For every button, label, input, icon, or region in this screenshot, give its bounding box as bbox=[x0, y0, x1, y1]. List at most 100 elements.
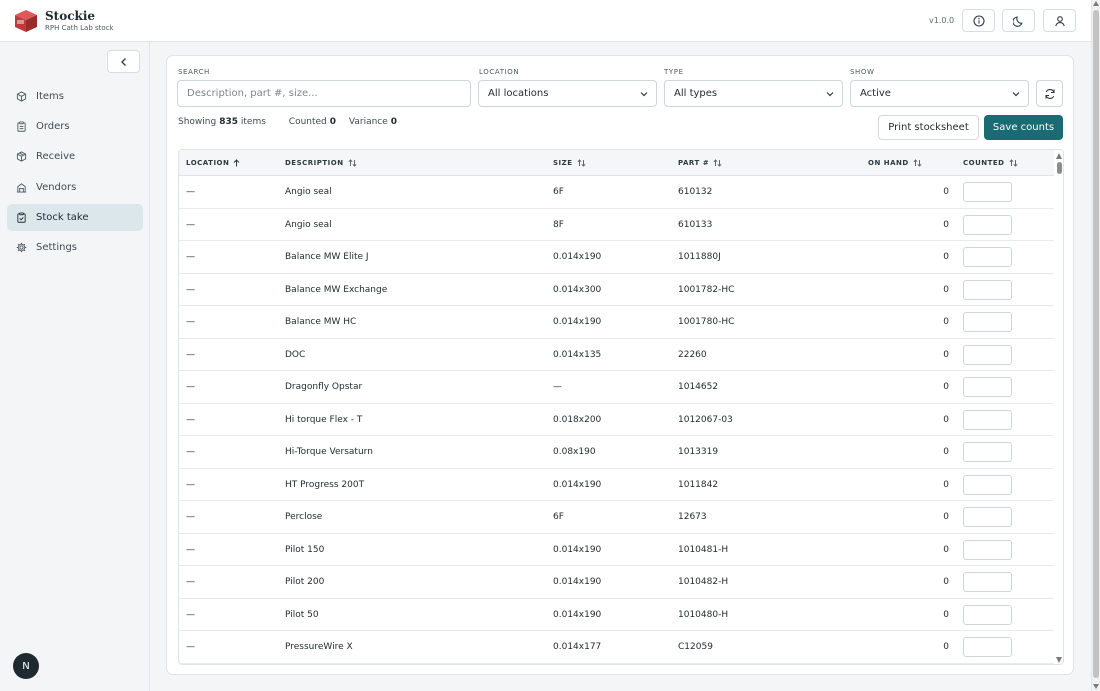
counted-input[interactable] bbox=[963, 572, 1012, 592]
package-icon bbox=[16, 151, 27, 162]
cell-size: 0.08x190 bbox=[553, 447, 596, 457]
cell-part-number: 1012067-03 bbox=[678, 414, 733, 425]
counted-input[interactable] bbox=[963, 604, 1012, 625]
cell-description: Pilot 200 bbox=[285, 577, 325, 587]
sidebar-item-items[interactable]: Items bbox=[7, 83, 143, 110]
cell-part-number: 1001780-HC bbox=[678, 317, 735, 327]
scroll-up-arrow-icon[interactable] bbox=[1093, 1, 1099, 6]
cell-size: 0.014x190 bbox=[553, 544, 602, 555]
cell-description: Balance MW Exchange bbox=[285, 284, 388, 295]
user-avatar[interactable]: N bbox=[13, 653, 39, 679]
counted-input[interactable] bbox=[963, 344, 1012, 365]
cell-location: — bbox=[186, 349, 195, 360]
table-row: — Hi-Torque Versaturn 0.08x190 1013319 0 bbox=[179, 436, 1054, 469]
location-select-value: All locations bbox=[488, 88, 549, 99]
variance-label: Variance bbox=[348, 117, 388, 127]
column-header-location[interactable]: LOCATION bbox=[186, 159, 240, 167]
cell-description: Pilot 50 bbox=[285, 609, 319, 620]
counted-input[interactable] bbox=[963, 442, 1012, 462]
sidebar-item-label: Orders bbox=[36, 121, 70, 132]
column-header-on-hand[interactable]: ON HAND bbox=[868, 159, 922, 167]
table-row: — Angio seal 6F 610132 0 bbox=[179, 176, 1054, 209]
cell-part-number: 1001782-HC bbox=[678, 284, 735, 295]
counted-input[interactable] bbox=[963, 409, 1012, 430]
cell-location: — bbox=[186, 382, 195, 392]
cell-size: 8F bbox=[553, 219, 564, 230]
column-header-counted[interactable]: COUNTED bbox=[963, 159, 1018, 167]
user-profile-button[interactable] bbox=[1043, 9, 1076, 32]
info-button[interactable] bbox=[962, 9, 995, 32]
table-scrollbar-thumb[interactable] bbox=[1057, 162, 1062, 174]
location-select[interactable]: All locations bbox=[478, 80, 657, 107]
table-row: — Balance MW Exchange 0.014x300 1001782-HC 0 bbox=[179, 274, 1054, 306]
cell-size: 0.014x177 bbox=[553, 642, 602, 652]
show-select-value: Active bbox=[860, 88, 891, 99]
counted-value: 0 bbox=[329, 117, 337, 127]
cell-on-hand: 0 bbox=[943, 609, 949, 620]
cell-description: Hi-Torque Versaturn bbox=[285, 447, 373, 457]
type-select[interactable]: All types bbox=[664, 80, 843, 107]
scroll-down-arrow-icon[interactable] bbox=[1056, 657, 1062, 663]
cell-size: 0.014x190 bbox=[553, 609, 602, 620]
table-row: — Pilot 150 0.014x190 1010481-H 0 bbox=[179, 534, 1054, 566]
cell-size: 0.014x190 bbox=[553, 577, 602, 587]
cell-size: 0.018x200 bbox=[553, 414, 602, 425]
stockie-logo-icon bbox=[15, 10, 37, 32]
showing-count: 835 bbox=[219, 117, 238, 127]
chevron-left-icon bbox=[120, 57, 126, 66]
chevron-down-icon bbox=[826, 92, 834, 97]
column-header-part-number[interactable]: PART # bbox=[678, 159, 722, 167]
scroll-up-arrow-icon[interactable] bbox=[1056, 153, 1062, 159]
cell-description: HT Progress 200T bbox=[285, 479, 365, 490]
page-scrollbar[interactable] bbox=[1091, 0, 1100, 691]
column-header-size[interactable]: SIZE bbox=[553, 159, 586, 167]
cell-part-number: 1010482-H bbox=[678, 577, 729, 587]
collapse-sidebar-button[interactable] bbox=[107, 50, 140, 73]
cell-location: — bbox=[186, 447, 195, 457]
counted-input[interactable] bbox=[963, 539, 1012, 560]
sidebar-item-orders[interactable]: Orders bbox=[7, 113, 143, 140]
counted-input[interactable] bbox=[963, 474, 1012, 495]
table-row: — Pilot 200 0.014x190 1010482-H 0 bbox=[179, 566, 1054, 599]
cell-location: — bbox=[186, 284, 195, 295]
page-scrollbar-thumb[interactable] bbox=[1093, 10, 1099, 678]
cell-description: Hi torque Flex - T bbox=[285, 414, 363, 425]
chevron-down-icon bbox=[1012, 92, 1020, 97]
cell-location: — bbox=[186, 577, 195, 587]
sidebar-item-receive[interactable]: Receive bbox=[7, 143, 143, 170]
cell-description: Balance MW HC bbox=[285, 317, 357, 327]
table-row: — Balance MW Elite J 0.014x190 1011880J 0 bbox=[179, 241, 1054, 274]
sidebar-item-settings[interactable]: Settings bbox=[7, 234, 143, 261]
counted-input[interactable] bbox=[963, 637, 1012, 657]
show-select[interactable]: Active bbox=[850, 80, 1029, 107]
counted-input[interactable] bbox=[963, 214, 1012, 235]
cell-on-hand: 0 bbox=[943, 642, 949, 652]
search-input[interactable]: Description, part #, size... bbox=[177, 80, 471, 107]
search-placeholder: Description, part #, size... bbox=[187, 88, 318, 99]
save-counts-button[interactable]: Save counts bbox=[984, 115, 1063, 140]
cell-part-number: C12059 bbox=[678, 642, 713, 652]
sort-icon bbox=[713, 159, 722, 167]
column-header-description[interactable]: DESCRIPTION bbox=[285, 159, 357, 167]
sidebar-item-vendors[interactable]: Vendors bbox=[7, 174, 143, 201]
refresh-button[interactable] bbox=[1036, 80, 1063, 107]
cell-size: 0.014x190 bbox=[553, 479, 602, 490]
cell-on-hand: 0 bbox=[943, 577, 949, 587]
counted-input[interactable] bbox=[963, 507, 1012, 527]
print-stocksheet-button[interactable]: Print stocksheet bbox=[878, 115, 979, 140]
cell-on-hand: 0 bbox=[943, 447, 949, 457]
scroll-down-arrow-icon[interactable] bbox=[1093, 684, 1099, 689]
variance-stat: Variance 0 bbox=[349, 117, 397, 127]
cell-description: Dragonfly Opstar bbox=[285, 382, 363, 392]
table-scrollbar[interactable] bbox=[1054, 150, 1063, 664]
cell-description: Angio seal bbox=[285, 219, 332, 230]
counted-input[interactable] bbox=[963, 377, 1012, 397]
theme-toggle-button[interactable] bbox=[1002, 9, 1035, 32]
counted-input[interactable] bbox=[963, 312, 1012, 332]
counted-input[interactable] bbox=[963, 182, 1012, 202]
column-header-label: PART # bbox=[678, 159, 710, 167]
counted-input[interactable] bbox=[963, 279, 1012, 300]
cell-on-hand: 0 bbox=[943, 317, 949, 327]
sidebar-item-stock-take[interactable]: Stock take bbox=[7, 204, 143, 231]
counted-input[interactable] bbox=[963, 247, 1012, 267]
